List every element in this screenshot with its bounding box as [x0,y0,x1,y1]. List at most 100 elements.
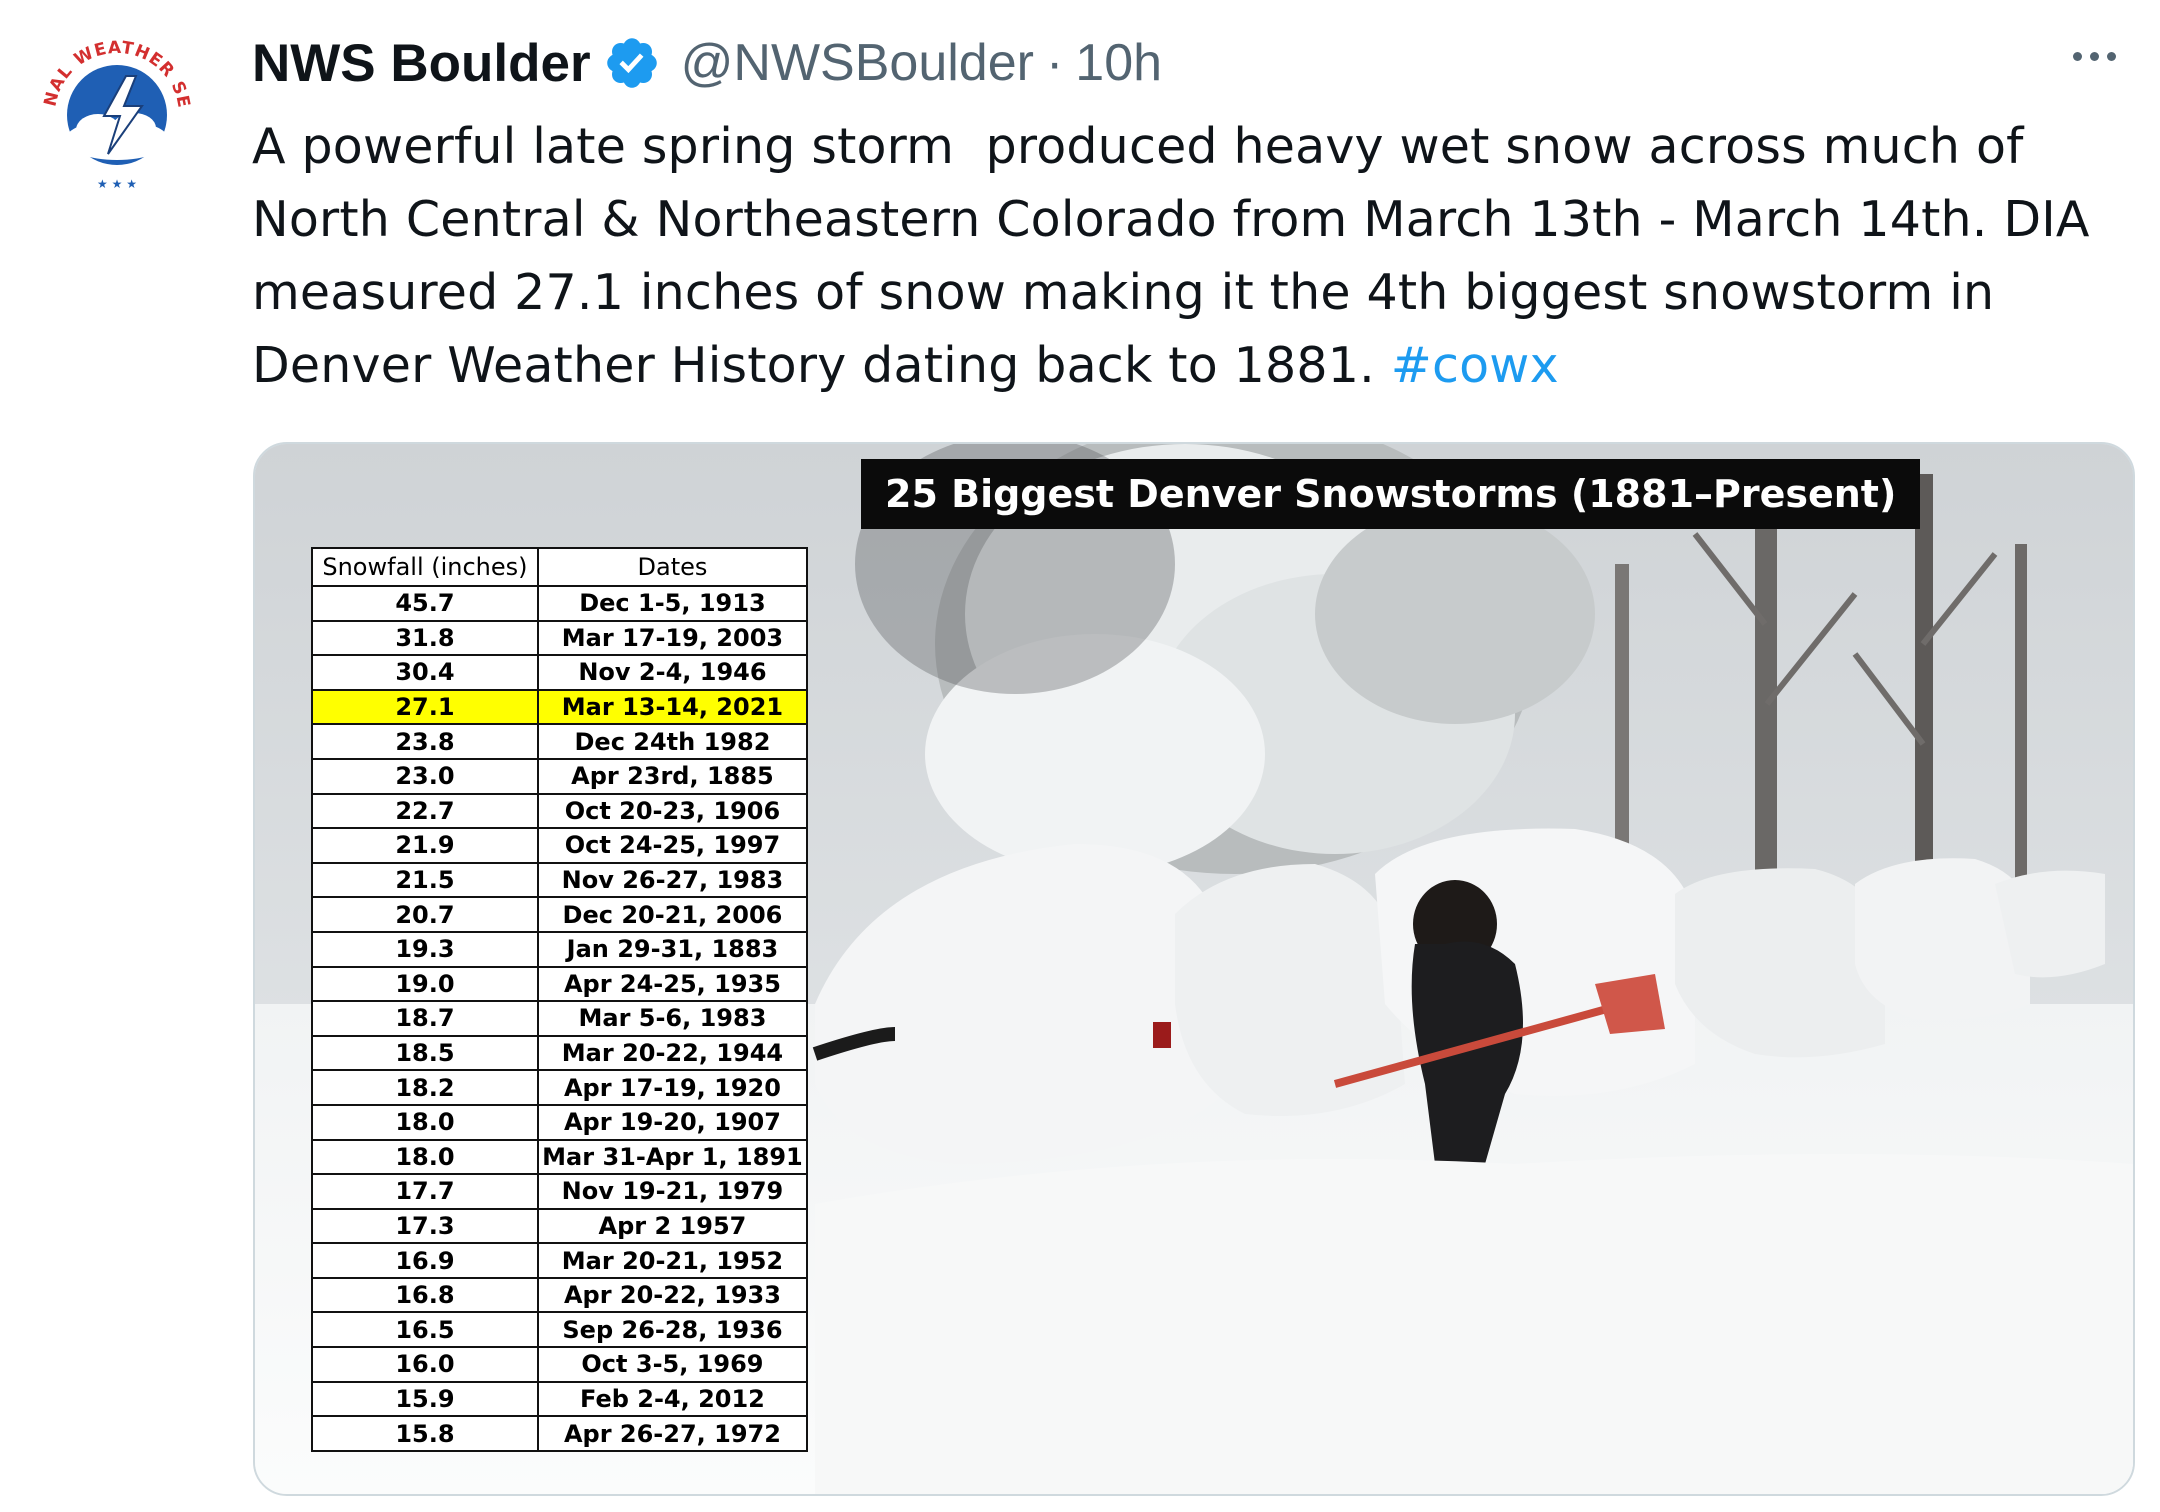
snowfall-cell: 15.9 [311,1380,539,1418]
dates-cell: Dec 24th 1982 [536,723,809,760]
display-name[interactable]: NWS Boulder [252,33,591,94]
tweet-text-line: measured 27.1 inches of snow making it t… [252,264,1995,321]
dates-cell: Mar 31-Apr 1, 1891 [536,1138,809,1176]
dates-cell: Apr 24-25, 1935 [536,965,809,1003]
snowfall-cell: 23.8 [311,723,539,760]
snowfall-cell: 15.8 [311,1415,539,1452]
snowfall-cell: 27.1 [311,688,539,726]
timestamp[interactable]: 10h [1075,33,1162,93]
tweet-text-line: North Central & Northeastern Colorado fr… [252,191,2090,248]
table-row: 18.0 Mar 31-Apr 1, 1891 [311,1138,809,1176]
tweet-text-line-content: Denver Weather History dating back to 18… [252,337,1391,394]
media-title: 25 Biggest Denver Snowstorms (1881–Prese… [861,459,1921,529]
snowfall-cell: 17.3 [311,1207,539,1245]
table-row: 45.7 Dec 1-5, 1913 [311,585,809,622]
snowfall-cell: 23.0 [311,757,539,795]
dates-cell: Sep 26-28, 1936 [536,1311,809,1349]
table-row: 30.4 Nov 2-4, 1946 [311,654,809,691]
dates-cell: Nov 26-27, 1983 [536,861,809,899]
table-body: 45.7 Dec 1-5, 1913 31.8 Mar 17-19, 2003 30.4… [311,585,809,1452]
dates-cell: Apr 2 1957 [536,1207,809,1245]
table-row: 16.9 Mar 20-21, 1952 [311,1242,809,1279]
tweet-text-line: Denver Weather History dating back to 18… [252,329,2132,402]
dates-cell: Apr 20-22, 1933 [536,1276,809,1314]
dates-cell: Apr 19-20, 1907 [536,1103,809,1141]
dates-cell: Apr 23rd, 1885 [536,757,809,795]
dates-cell: Mar 5-6, 1983 [536,1000,809,1037]
table-row: 22.7 Oct 20-23, 1906 [311,792,809,830]
more-options-button[interactable] [2058,28,2130,84]
dates-cell: Oct 20-23, 1906 [536,792,809,830]
separator-dot: · [1045,34,1064,92]
dates-cell: Mar 13-14, 2021 [536,688,809,726]
snowfall-cell: 17.7 [311,1173,539,1210]
table-header-row: Snowfall (inches) Dates [311,547,809,587]
dates-cell: Feb 2-4, 2012 [536,1380,809,1418]
table-row: 23.8 Dec 24th 1982 [311,723,809,760]
snowfall-cell: 21.5 [311,861,539,899]
snowfall-cell: 18.0 [311,1138,539,1176]
snowfall-cell: 16.9 [311,1242,539,1279]
dates-cell: Nov 2-4, 1946 [536,654,809,691]
column-header-dates: Dates [536,547,809,587]
table-row-highlighted: 27.1 Mar 13-14, 2021 [311,688,809,726]
snowfall-cell: 22.7 [311,792,539,830]
dates-cell: Oct 3-5, 1969 [536,1346,809,1383]
dates-cell: Mar 20-22, 1944 [536,1034,809,1072]
dates-cell: Oct 24-25, 1997 [536,827,809,864]
dates-cell: Nov 19-21, 1979 [536,1173,809,1210]
table-row: 15.9 Feb 2-4, 2012 [311,1380,809,1418]
table-row: 21.9 Oct 24-25, 1997 [311,827,809,864]
table-row: 16.0 Oct 3-5, 1969 [311,1346,809,1383]
user-handle[interactable]: @NWSBoulder [681,33,1034,93]
snowfall-cell: 30.4 [311,654,539,691]
dates-cell: Mar 20-21, 1952 [536,1242,809,1279]
snowfall-cell: 21.9 [311,827,539,864]
tweet-text-line: A powerful late spring storm produced he… [252,118,2024,175]
snowstorm-table: Snowfall (inches) Dates 45.7 Dec 1-5, 191… [311,547,809,1452]
table-row: 20.7 Dec 20-21, 2006 [311,896,809,933]
table-row: 31.8 Mar 17-19, 2003 [311,619,809,657]
table-row: 19.0 Apr 24-25, 1935 [311,965,809,1003]
snowfall-cell: 19.3 [311,930,539,968]
tweet-media[interactable]: 25 Biggest Denver Snowstorms (1881–Prese… [253,442,2135,1496]
column-header-snowfall: Snowfall (inches) [311,547,539,587]
snowfall-cell: 18.7 [311,1000,539,1037]
table-row: 17.7 Nov 19-21, 1979 [311,1173,809,1210]
table-row: 18.5 Mar 20-22, 1944 [311,1034,809,1072]
more-dots-icon [2072,51,2082,61]
dates-cell: Jan 29-31, 1883 [536,930,809,968]
dates-cell: Apr 26-27, 1972 [536,1415,809,1452]
dates-cell: Dec 1-5, 1913 [536,585,809,622]
table-row: 15.8 Apr 26-27, 1972 [311,1415,809,1452]
table-row: 23.0 Apr 23rd, 1885 [311,757,809,795]
table-row: 18.0 Apr 19-20, 1907 [311,1103,809,1141]
snowfall-cell: 20.7 [311,896,539,933]
dates-cell: Apr 17-19, 1920 [536,1069,809,1106]
dates-cell: Dec 20-21, 2006 [536,896,809,933]
table-row: 18.7 Mar 5-6, 1983 [311,1000,809,1037]
snowfall-cell: 45.7 [311,585,539,622]
nws-logo-icon: NATIONAL WEATHER SERVICE ★ ★ ★ [30,28,201,199]
tweet-header: NWS Boulder @NWSBoulder · 10h [252,28,1162,98]
table-row: 18.2 Apr 17-19, 1920 [311,1069,809,1106]
tweet-text: A powerful late spring storm produced he… [252,110,2132,402]
table-row: 19.3 Jan 29-31, 1883 [311,930,809,968]
table-row: 16.5 Sep 26-28, 1936 [311,1311,809,1349]
snowfall-cell: 16.8 [311,1276,539,1314]
snowfall-cell: 31.8 [311,619,539,657]
verified-badge-icon [606,38,657,88]
table-row: 21.5 Nov 26-27, 1983 [311,861,809,899]
svg-text:★ ★ ★: ★ ★ ★ [97,177,137,191]
snowfall-cell: 18.2 [311,1069,539,1106]
snowfall-cell: 19.0 [311,965,539,1003]
hashtag-link[interactable]: #cowx [1391,337,1559,394]
snowfall-cell: 18.0 [311,1103,539,1141]
snowfall-cell: 16.5 [311,1311,539,1349]
table-row: 17.3 Apr 2 1957 [311,1207,809,1245]
avatar[interactable]: NATIONAL WEATHER SERVICE ★ ★ ★ [30,28,204,202]
dates-cell: Mar 17-19, 2003 [536,619,809,657]
snowfall-cell: 16.0 [311,1346,539,1383]
table-row: 16.8 Apr 20-22, 1933 [311,1276,809,1314]
snowfall-cell: 18.5 [311,1034,539,1072]
